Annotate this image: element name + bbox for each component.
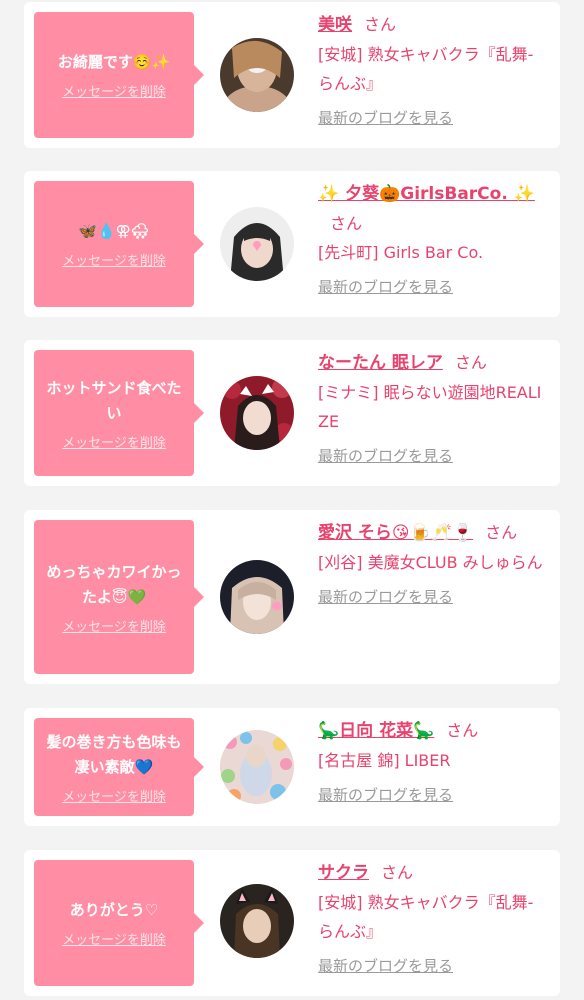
message-bubble: ありがとう♡ メッセージを削除 [34, 860, 204, 986]
message-text: 髪の巻き方も色味も凄い素敵💙 [46, 732, 182, 776]
avatar[interactable] [220, 560, 294, 634]
latest-blog-link[interactable]: 最新のブログを見る [318, 442, 453, 471]
shop-info: [先斗町] Girls Bar Co. [318, 243, 484, 262]
avatar-photo [220, 376, 294, 450]
latest-blog-link[interactable]: 最新のブログを見る [318, 781, 453, 810]
avatar-photo [220, 207, 294, 281]
latest-blog-link[interactable]: 最新のブログを見る [318, 583, 453, 612]
message-card: 🦋💧⚢🌨 メッセージを削除 ✨ 夕葵🎃GirlsBarCo. ✨ さん [先斗町]… [24, 171, 560, 317]
avatar[interactable] [220, 376, 294, 450]
sender-info: 愛沢 そら😘🍺🥂🍷 さん [刈谷] 美魔女CLUB みしゅらん 最新のブログを見る [318, 518, 544, 612]
latest-blog-link[interactable]: 最新のブログを見る [318, 273, 453, 302]
sender-name-link[interactable]: 美咲 [318, 15, 352, 35]
delete-message-link[interactable]: メッセージを削除 [62, 81, 166, 100]
message-card: めっちゃカワイかったよ😇💚 メッセージを削除 愛沢 そら😘🍺🥂🍷 さん [刈谷] … [24, 510, 560, 684]
delete-message-link[interactable]: メッセージを削除 [62, 250, 166, 269]
sender-name-link[interactable]: なーたん 眠レア [318, 353, 443, 373]
latest-blog-link[interactable]: 最新のブログを見る [318, 104, 453, 133]
honorific: さん [454, 353, 487, 372]
delete-message-link[interactable]: メッセージを削除 [62, 616, 166, 635]
sender-info: 🦕日向 花菜🦕 さん [名古屋 錦] LIBER 最新のブログを見る [318, 716, 544, 810]
message-bubble: 🦋💧⚢🌨 メッセージを削除 [34, 181, 204, 307]
message-text: めっちゃカワイかったよ😇💚 [46, 562, 182, 606]
message-text: 🦋💧⚢🌨 [78, 222, 150, 240]
shop-info: [刈谷] 美魔女CLUB みしゅらん [318, 553, 543, 572]
delete-message-link[interactable]: メッセージを削除 [62, 786, 166, 805]
delete-message-link[interactable]: メッセージを削除 [62, 929, 166, 948]
avatar[interactable] [220, 38, 294, 112]
honorific: さん [485, 523, 518, 542]
avatar[interactable] [220, 207, 294, 281]
shop-info: [ミナミ] 眠らない遊園地REALIZE [318, 383, 542, 431]
latest-blog-link[interactable]: 最新のブログを見る [318, 952, 453, 981]
delete-message-link[interactable]: メッセージを削除 [62, 432, 166, 451]
message-list: お綺麗です☺️✨ メッセージを削除 美咲 さん [安城] 熟女キャバクラ『乱舞-ら… [0, 0, 584, 1000]
avatar-photo [220, 38, 294, 112]
sender-name-link[interactable]: 愛沢 そら😘🍺🥂🍷 [318, 523, 473, 543]
avatar[interactable] [220, 884, 294, 958]
honorific: さん [330, 214, 363, 233]
message-bubble: 髪の巻き方も色味も凄い素敵💙 メッセージを削除 [34, 718, 204, 816]
sender-name-link[interactable]: 🦕日向 花菜🦕 [318, 721, 434, 741]
sender-info: ✨ 夕葵🎃GirlsBarCo. ✨ さん [先斗町] Girls Bar Co.… [318, 179, 544, 302]
honorific: さん [381, 863, 414, 882]
message-card: 髪の巻き方も色味も凄い素敵💙 メッセージを削除 🦕日向 花菜🦕 さん [名古屋 錦… [24, 708, 560, 826]
avatar[interactable] [220, 730, 294, 804]
message-bubble: お綺麗です☺️✨ メッセージを削除 [34, 12, 204, 138]
shop-info: [安城] 熟女キャバクラ『乱舞-らんぶ』 [318, 893, 534, 941]
sender-name-link[interactable]: ✨ 夕葵🎃GirlsBarCo. ✨ [318, 184, 535, 204]
message-bubble: めっちゃカワイかったよ😇💚 メッセージを削除 [34, 520, 204, 674]
message-card: ホットサンド食べたい メッセージを削除 なーたん 眠レア さん [ミナミ] 眠らな… [24, 340, 560, 486]
sender-name-link[interactable]: サクラ [318, 863, 369, 883]
sender-info: なーたん 眠レア さん [ミナミ] 眠らない遊園地REALIZE 最新のブログを見… [318, 348, 544, 471]
sender-info: 美咲 さん [安城] 熟女キャバクラ『乱舞-らんぶ』 最新のブログを見る [318, 10, 544, 133]
shop-info: [名古屋 錦] LIBER [318, 751, 451, 770]
avatar-photo [220, 730, 294, 804]
shop-info: [安城] 熟女キャバクラ『乱舞-らんぶ』 [318, 45, 534, 93]
sender-info: サクラ さん [安城] 熟女キャバクラ『乱舞-らんぶ』 最新のブログを見る [318, 858, 544, 981]
avatar-photo [220, 884, 294, 958]
message-card: お綺麗です☺️✨ メッセージを削除 美咲 さん [安城] 熟女キャバクラ『乱舞-ら… [24, 2, 560, 148]
honorific: さん [446, 721, 479, 740]
message-text: ホットサンド食べたい [46, 378, 182, 422]
message-text: お綺麗です☺️✨ [57, 53, 171, 71]
message-card: ありがとう♡ メッセージを削除 サクラ さん [安城] 熟女キャバクラ『乱舞-らん… [24, 850, 560, 996]
message-text: ありがとう♡ [69, 901, 159, 919]
honorific: さん [364, 15, 397, 34]
message-bubble: ホットサンド食べたい メッセージを削除 [34, 350, 204, 476]
avatar-photo [220, 560, 294, 634]
